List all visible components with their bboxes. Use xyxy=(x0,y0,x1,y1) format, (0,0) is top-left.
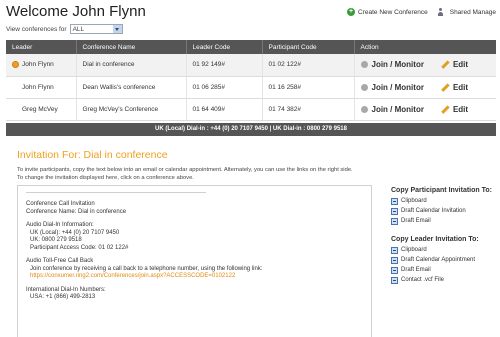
shared-manage-link[interactable]: Shared Manage xyxy=(437,8,496,16)
pencil-icon xyxy=(442,106,449,113)
callback-link[interactable]: https://conxumer.ring2.com/Conferences/j… xyxy=(26,273,366,281)
people-icon xyxy=(437,8,447,16)
invitation-line: Join conference by receiving a call back… xyxy=(30,265,263,272)
invitation-desc-line: To change the invitation displayed here,… xyxy=(17,175,194,181)
email-icon xyxy=(391,266,398,274)
leader-copy-clipboard[interactable]: Clipboard xyxy=(391,245,498,255)
monitor-icon xyxy=(360,61,368,69)
selected-indicator-icon xyxy=(12,61,19,69)
invitation-title: Invitation For: Dial in conference xyxy=(17,149,168,161)
participant-copy-email[interactable]: Draft Email xyxy=(391,216,498,226)
col-conference-name: Conference Name xyxy=(76,40,187,54)
table-row[interactable]: Greg McVey Greg McVey's Conference 01 64… xyxy=(6,98,496,121)
table-row[interactable]: John Flynn Dial in conference 01 92 149#… xyxy=(6,54,496,77)
invitation-line: UK (Local): +44 (0) 20 7107 9450 xyxy=(30,229,120,236)
leader-copy-email[interactable]: Draft Email xyxy=(391,265,498,275)
shared-manage-label: Shared Manage xyxy=(449,8,496,16)
conference-name-cell: Dial in conference xyxy=(76,54,187,77)
calendar-icon xyxy=(391,207,398,215)
pencil-icon xyxy=(442,84,449,91)
edit-button[interactable]: Edit xyxy=(453,60,468,69)
participant-copy-clipboard[interactable]: Clipboard xyxy=(391,196,498,206)
invitation-line: Conference Call Invitation xyxy=(26,201,95,207)
conference-filter-select[interactable]: ALL xyxy=(69,24,123,34)
leader-cell: Greg McVey xyxy=(22,105,58,113)
create-conference-label: Create New Conference xyxy=(358,8,428,16)
invitation-line: USA: +1 (866) 499-2813 xyxy=(30,294,96,300)
invitation-line: Conference Name: Dial in conference xyxy=(26,208,127,215)
create-conference-link[interactable]: + Create New Conference xyxy=(347,8,428,16)
table-row[interactable]: John Flynn Dean Wallis's conference 01 0… xyxy=(6,76,496,99)
leader-invite-heading: Copy Leader Invitation To: xyxy=(391,236,479,243)
leader-cell: John Flynn xyxy=(22,83,54,91)
leader-cell: John Flynn xyxy=(22,61,54,69)
participant-code-cell: 01 74 382# xyxy=(262,98,355,121)
monitor-icon xyxy=(360,83,368,91)
chevron-down-icon[interactable] xyxy=(112,25,122,33)
edit-button[interactable]: Edit xyxy=(453,83,468,92)
clipboard-icon xyxy=(391,197,398,205)
invitation-line: UK: 0800 279 9518 xyxy=(30,237,82,243)
page-title: Welcome John Flynn xyxy=(6,3,146,20)
participant-code-cell: 01 02 122# xyxy=(262,54,355,77)
calendar-icon xyxy=(391,256,398,264)
divider xyxy=(26,192,206,193)
dial-in-bar: UK (Local) Dial-in : +44 (0) 20 7107 945… xyxy=(6,123,496,136)
participant-copy-calendar[interactable]: Draft Calendar Invitation xyxy=(391,206,498,216)
monitor-icon xyxy=(360,105,368,113)
plus-icon: + xyxy=(347,8,355,16)
col-action: Action xyxy=(354,40,496,54)
copy-invitation-panel: Copy Participant Invitation To: Clipboar… xyxy=(391,187,498,285)
table-header-row: Leader Conference Name Leader Code Parti… xyxy=(6,40,496,54)
invitation-line: International Dial-In Numbers: xyxy=(26,286,106,293)
invitation-line: Participant Access Code: 01 02 122# xyxy=(30,244,129,251)
participant-invite-heading: Copy Participant Invitation To: xyxy=(391,187,492,194)
top-bar: Welcome John Flynn View conferences for … xyxy=(6,3,496,43)
conference-name-cell: Greg McVey's Conference xyxy=(76,98,187,121)
col-leader-code: Leader Code xyxy=(186,40,263,54)
filter-label: View conferences for xyxy=(6,25,67,33)
invitation-line: Audio Dial-In Information: xyxy=(26,222,94,228)
participant-code-cell: 01 16 258# xyxy=(262,76,355,99)
invitation-desc-line: To invite participants, copy the text be… xyxy=(17,167,353,173)
conference-table: Leader Conference Name Leader Code Parti… xyxy=(6,40,496,121)
contact-card-icon xyxy=(391,276,398,284)
edit-button[interactable]: Edit xyxy=(453,105,468,114)
invitation-text: Conference Call Invitation Conference Na… xyxy=(26,190,366,302)
pencil-icon xyxy=(442,61,449,68)
join-monitor-button[interactable]: Join / Monitor xyxy=(372,83,424,92)
conference-name-cell: Dean Wallis's conference xyxy=(76,76,187,99)
join-monitor-button[interactable]: Join / Monitor xyxy=(372,60,424,69)
invitation-text-box[interactable]: Conference Call Invitation Conference Na… xyxy=(17,185,372,337)
leader-code-cell: 01 06 285# xyxy=(186,76,263,99)
leader-copy-calendar[interactable]: Draft Calendar Appointment xyxy=(391,255,498,265)
filter-value: ALL xyxy=(72,25,85,33)
leader-code-cell: 01 92 149# xyxy=(186,54,263,77)
invitation-description: To invite participants, copy the text be… xyxy=(17,166,487,182)
leader-copy-vcf[interactable]: Contact .vcf File xyxy=(391,275,498,285)
invitation-line: Audio Toll-Free Call Back xyxy=(26,258,94,264)
col-leader: Leader xyxy=(6,40,77,54)
conference-filter: View conferences for ALL xyxy=(6,24,123,34)
col-participant-code: Participant Code xyxy=(262,40,355,54)
leader-code-cell: 01 64 409# xyxy=(186,98,263,121)
clipboard-icon xyxy=(391,246,398,254)
join-monitor-button[interactable]: Join / Monitor xyxy=(372,105,424,114)
email-icon xyxy=(391,217,398,225)
top-actions: + Create New Conference Shared Manage xyxy=(347,8,496,16)
